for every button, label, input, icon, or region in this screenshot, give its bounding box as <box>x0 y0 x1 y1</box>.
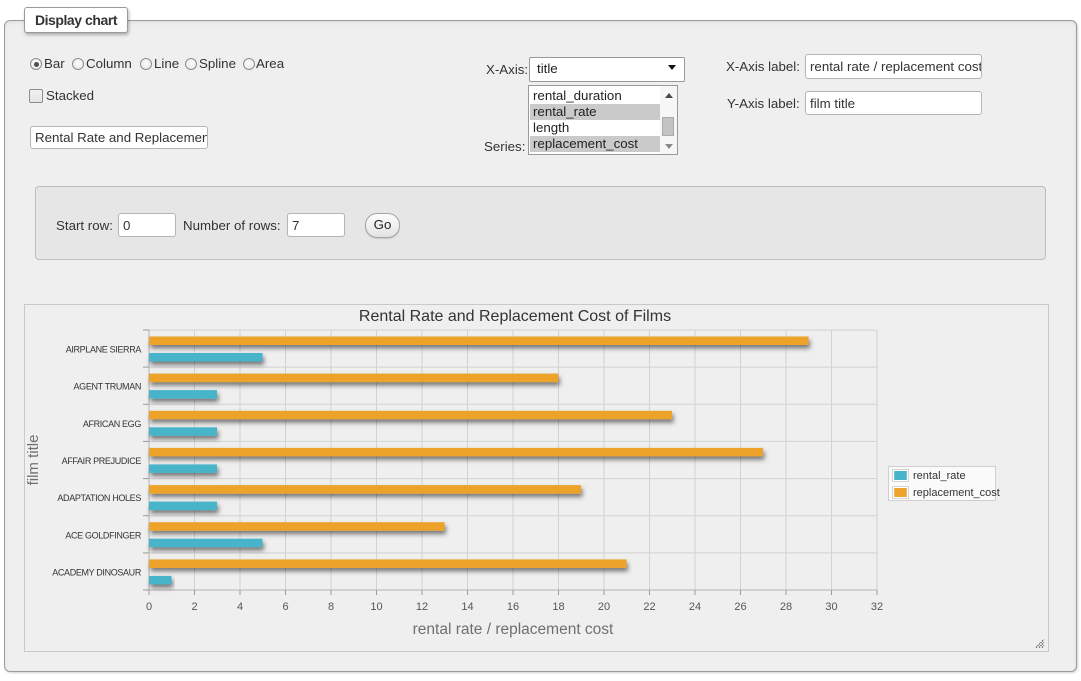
svg-text:22: 22 <box>643 601 655 613</box>
svg-text:20: 20 <box>598 601 610 613</box>
svg-text:film title: film title <box>25 435 42 486</box>
svg-text:2: 2 <box>191 601 197 613</box>
svg-text:AFFAIR PREJUDICE: AFFAIR PREJUDICE <box>62 456 142 466</box>
svg-text:24: 24 <box>689 601 701 613</box>
svg-text:14: 14 <box>461 601 473 613</box>
svg-text:ACE GOLDFINGER: ACE GOLDFINGER <box>65 530 141 540</box>
svg-text:rental rate / replacement cost: rental rate / replacement cost <box>413 621 614 638</box>
svg-text:4: 4 <box>237 601 243 613</box>
svg-text:AIRPLANE SIERRA: AIRPLANE SIERRA <box>66 345 142 355</box>
svg-text:18: 18 <box>552 601 564 613</box>
svg-text:30: 30 <box>825 601 837 613</box>
svg-text:10: 10 <box>370 601 382 613</box>
svg-text:16: 16 <box>507 601 519 613</box>
svg-text:28: 28 <box>780 601 792 613</box>
svg-text:6: 6 <box>282 601 288 613</box>
svg-text:12: 12 <box>416 601 428 613</box>
svg-text:0: 0 <box>146 601 152 613</box>
svg-text:26: 26 <box>734 601 746 613</box>
svg-text:8: 8 <box>328 601 334 613</box>
svg-text:32: 32 <box>871 601 883 613</box>
svg-text:AFRICAN EGG: AFRICAN EGG <box>83 419 142 429</box>
svg-text:ACADEMY DINOSAUR: ACADEMY DINOSAUR <box>52 567 142 577</box>
svg-text:ADAPTATION HOLES: ADAPTATION HOLES <box>57 493 141 503</box>
svg-text:replacement_cost: replacement_cost <box>913 487 1000 499</box>
svg-text:AGENT TRUMAN: AGENT TRUMAN <box>74 382 141 392</box>
svg-text:rental_rate: rental_rate <box>913 470 966 482</box>
svg-text:Rental Rate and Replacement Co: Rental Rate and Replacement Cost of Film… <box>359 308 671 325</box>
